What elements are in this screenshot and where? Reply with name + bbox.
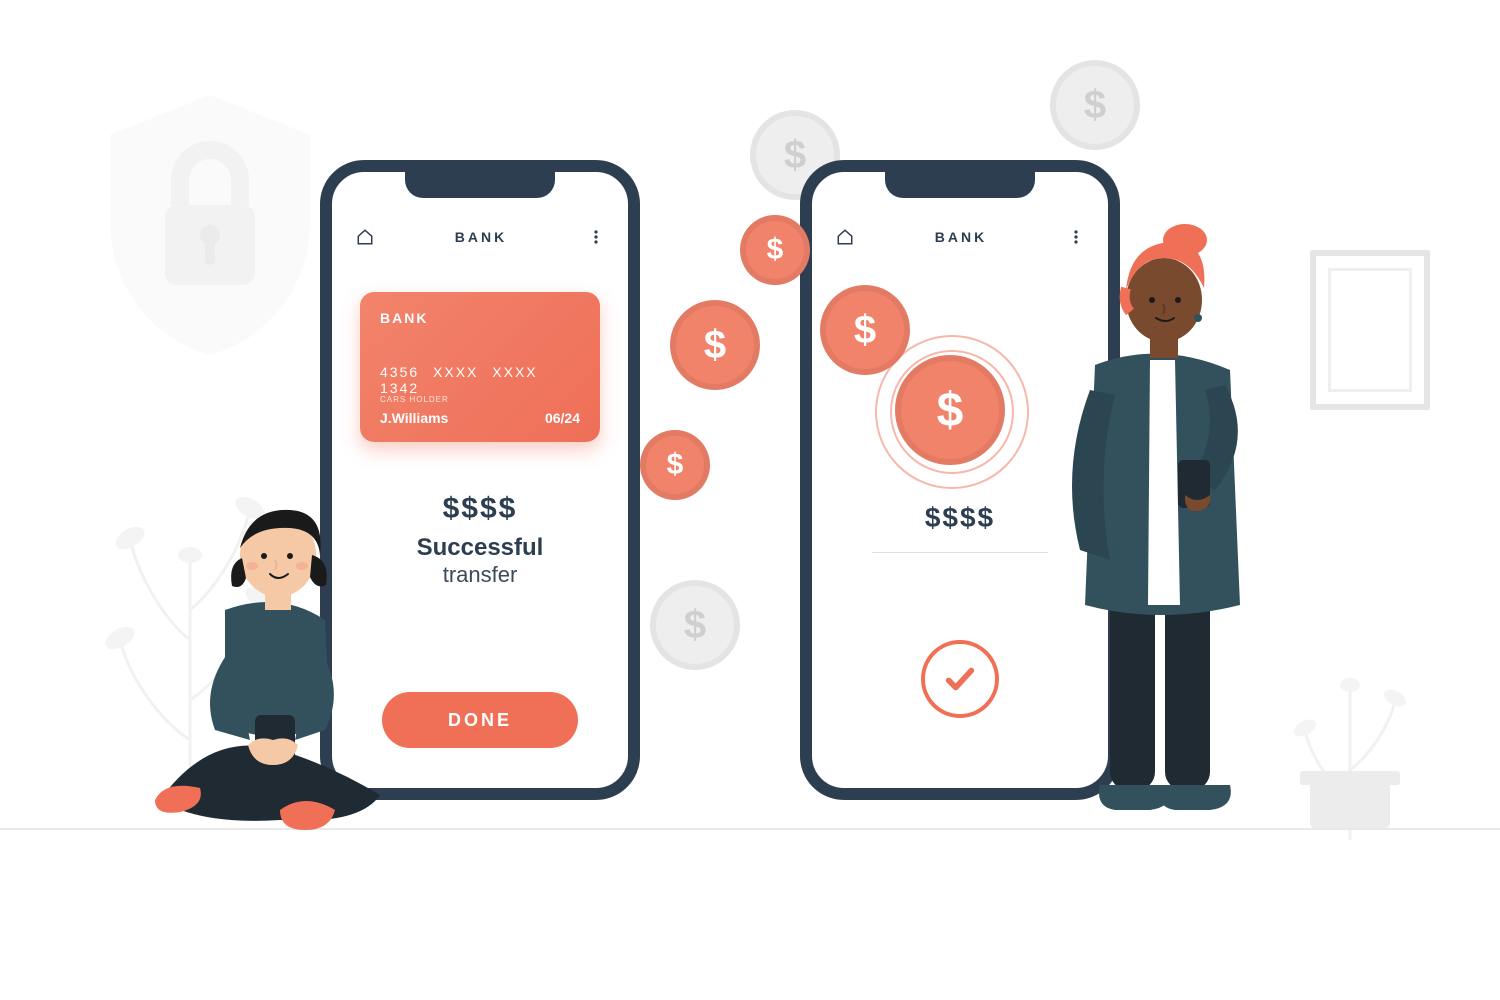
more-icon[interactable] — [588, 229, 604, 245]
card-expiry: 06/24 — [545, 410, 580, 426]
coin-icon: $ — [640, 430, 710, 500]
illustration-scene: $ $ $ BANK BANK 4356 XXXX XXXX 1342 CARS… — [0, 0, 1500, 1000]
divider — [872, 552, 1048, 553]
plant-pot-rim-decor — [1300, 771, 1400, 785]
phone-notch — [405, 170, 555, 198]
card-bank-label: BANK — [380, 310, 580, 326]
coin-ghost-decor: $ — [650, 580, 740, 670]
plant-pot-decor — [1310, 780, 1390, 830]
security-shield-decor — [95, 90, 325, 360]
coin-icon: $ — [670, 300, 760, 390]
card-holder-label: CARS HOLDER — [380, 395, 449, 404]
home-icon[interactable] — [356, 228, 374, 246]
success-check-icon — [921, 640, 999, 718]
card-number: 4356 XXXX XXXX 1342 — [380, 364, 580, 396]
person-sender-illustration — [130, 500, 430, 830]
coin-icon: $ — [740, 215, 810, 285]
home-icon[interactable] — [836, 228, 854, 246]
phone-navbar: BANK — [332, 222, 628, 252]
person-receiver-illustration — [1040, 210, 1300, 830]
card-holder-name: J.Williams — [380, 410, 448, 426]
picture-frame-decor — [1310, 250, 1430, 410]
app-title: BANK — [455, 229, 507, 245]
phone-notch — [885, 170, 1035, 198]
coin-ghost-decor: $ — [1050, 60, 1140, 150]
bank-card: BANK 4356 XXXX XXXX 1342 CARS HOLDER J.W… — [360, 292, 600, 442]
coin-icon: $ — [895, 355, 1005, 465]
app-title: BANK — [935, 229, 987, 245]
